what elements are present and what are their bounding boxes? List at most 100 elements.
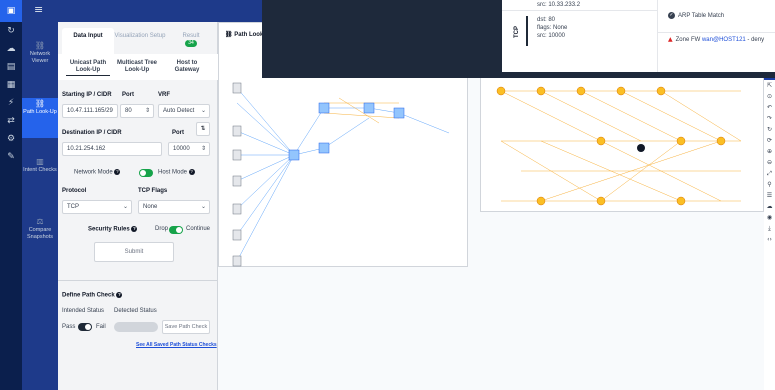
- host-node[interactable]: [232, 175, 242, 187]
- tcp-flags-label: TCP Flags: [138, 188, 168, 194]
- help-icon[interactable]: ?: [131, 226, 138, 232]
- zone-fw-row[interactable]: ▲ Zone FW wan@HOST121 - deny: [668, 36, 764, 44]
- tcp-src-text: src: 10000: [537, 33, 566, 39]
- blocked-node-icon[interactable]: [637, 144, 645, 152]
- router-node[interactable]: [576, 86, 586, 96]
- tab-data-input-label: Data Input: [73, 33, 103, 39]
- sync-icon[interactable]: ⟳: [764, 135, 775, 146]
- cloud-icon[interactable]: ☁: [0, 40, 22, 58]
- network-edges: [500, 90, 742, 202]
- cloud-icon[interactable]: ☁: [764, 201, 775, 212]
- download-icon[interactable]: ⤓: [764, 223, 775, 234]
- host-node[interactable]: [232, 125, 242, 137]
- wrench-icon[interactable]: ✎: [0, 148, 22, 166]
- nav-path-lookup[interactable]: ⛓ Path Look-Up: [22, 98, 58, 138]
- router-node[interactable]: [676, 196, 686, 206]
- host-node[interactable]: [232, 229, 242, 241]
- security-rules-toggle[interactable]: [169, 226, 183, 234]
- subtab-host-to-gateway[interactable]: Host to Gateway: [166, 60, 208, 74]
- see-all-saved-checks-link[interactable]: See All Saved Path Status Checks: [136, 342, 217, 348]
- stepper-icon[interactable]: ⇕: [145, 105, 150, 117]
- switch-node[interactable]: [363, 102, 375, 114]
- dest-stepper-icon[interactable]: ⇕: [201, 143, 206, 155]
- switch-node[interactable]: [288, 149, 300, 161]
- refresh-icon[interactable]: ↻: [0, 22, 22, 40]
- dest-ip-input[interactable]: 10.21.254.162: [62, 142, 162, 156]
- fw-host-link[interactable]: wan@HOST121: [702, 37, 746, 43]
- network-icon: ⛓: [34, 41, 46, 50]
- code-icon[interactable]: ‹›: [764, 234, 775, 245]
- dest-port-value: 10000: [173, 146, 190, 152]
- layout-icon[interactable]: ⊙: [764, 91, 775, 102]
- port-input[interactable]: 80 ⇕: [120, 104, 154, 118]
- host-node[interactable]: [232, 82, 242, 94]
- tab-result[interactable]: Result 34: [166, 28, 216, 54]
- switch-node[interactable]: [393, 107, 405, 119]
- host-node[interactable]: [232, 203, 242, 215]
- host-node[interactable]: [232, 149, 242, 161]
- mode-toggle[interactable]: [139, 169, 153, 177]
- router-node[interactable]: [496, 86, 506, 96]
- grid-icon[interactable]: ▦: [0, 76, 22, 94]
- zoom-in-icon[interactable]: ⊕: [764, 146, 775, 157]
- tcp-flags-select[interactable]: None ⌄: [138, 200, 210, 214]
- router-node[interactable]: [536, 86, 546, 96]
- tcp-dst-text: dst: 80: [537, 17, 556, 23]
- router-node[interactable]: [716, 136, 726, 146]
- pass-fail-knob: [85, 324, 91, 330]
- starting-ip-label: Starting IP / CIDR: [62, 92, 112, 98]
- hamburger-menu-icon[interactable]: ≡: [34, 3, 43, 16]
- arp-match-row[interactable]: ✓ ARP Table Match: [668, 12, 724, 20]
- protocol-select[interactable]: TCP ⌄: [62, 200, 132, 214]
- nav-compare-snapshots[interactable]: ⚖ Compare Snapshots: [22, 216, 58, 258]
- document-icon[interactable]: ▤: [0, 58, 22, 76]
- eye-icon[interactable]: ◉: [764, 212, 775, 223]
- feature-nav: ⛓ Network Viewer ⛓ Path Look-Up ▥ Intent…: [22, 22, 58, 390]
- router-node[interactable]: [616, 86, 626, 96]
- list-icon[interactable]: ☰: [764, 190, 775, 201]
- refresh-icon[interactable]: ↻: [764, 124, 775, 135]
- zoom-out-icon[interactable]: ⊖: [764, 157, 775, 168]
- nav-intent-checks[interactable]: ▥ Intent Checks: [22, 156, 58, 194]
- router-node[interactable]: [596, 136, 606, 146]
- popup-divider: [658, 32, 775, 33]
- network-graph-pane: [480, 70, 764, 212]
- network-mode-text: Network Mode: [74, 169, 113, 176]
- tab-data-input[interactable]: Data Input: [62, 28, 114, 54]
- dest-port-input[interactable]: 10000 ⇕: [168, 142, 210, 156]
- switch-node[interactable]: [318, 102, 330, 114]
- lightning-icon[interactable]: ⚡: [0, 94, 22, 112]
- host-node[interactable]: [232, 255, 242, 267]
- tab-visualization-setup[interactable]: Visualization Setup: [114, 28, 166, 54]
- pass-fail-toggle[interactable]: [78, 323, 92, 331]
- vrf-select[interactable]: Auto Detect ⌄: [158, 104, 210, 118]
- undo-icon[interactable]: ↶: [764, 102, 775, 113]
- lookup-type-tabs: Unicast Path Look-Up Multicast Tree Look…: [58, 54, 218, 80]
- help-icon[interactable]: ?: [114, 169, 121, 175]
- help-icon[interactable]: ?: [188, 169, 195, 175]
- protocol-label: Protocol: [62, 188, 87, 194]
- starting-ip-input[interactable]: 10.47.111.165/29: [62, 104, 118, 118]
- fw-suffix-text: - deny: [745, 37, 765, 43]
- settings-icon[interactable]: ⚙: [0, 130, 22, 148]
- save-path-check-button[interactable]: Save Path Check: [162, 320, 210, 334]
- subtab-multicast[interactable]: Multicast Tree Look-Up: [116, 60, 158, 74]
- fail-label: Fail: [96, 324, 106, 330]
- vrf-value: Auto Detect: [163, 108, 195, 114]
- export-icon[interactable]: ⇱: [764, 80, 775, 91]
- subtab-unicast[interactable]: Unicast Path Look-Up: [66, 60, 110, 76]
- router-node[interactable]: [536, 196, 546, 206]
- fit-icon[interactable]: ⤢: [764, 168, 775, 179]
- switch-node[interactable]: [318, 142, 330, 154]
- help-icon[interactable]: ?: [116, 292, 123, 298]
- swap-icon[interactable]: ⇄: [0, 112, 22, 130]
- router-node[interactable]: [676, 136, 686, 146]
- filter-icon[interactable]: ⚲: [764, 179, 775, 190]
- router-node[interactable]: [596, 196, 606, 206]
- submit-button[interactable]: Submit: [94, 242, 174, 262]
- router-node[interactable]: [656, 86, 666, 96]
- nav-network-viewer[interactable]: ⛓ Network Viewer: [22, 40, 58, 78]
- app-logo-icon[interactable]: ▣: [0, 0, 22, 22]
- swap-direction-icon[interactable]: ⇅: [196, 122, 210, 136]
- redo-icon[interactable]: ↷: [764, 113, 775, 124]
